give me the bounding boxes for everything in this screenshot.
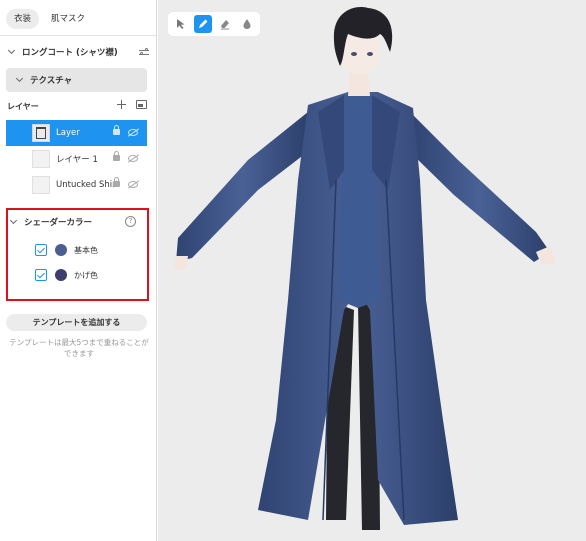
eraser-tool-button[interactable] bbox=[216, 15, 234, 33]
base-color-checkbox[interactable] bbox=[35, 244, 47, 256]
fill-tool-button[interactable] bbox=[238, 15, 256, 33]
character-model bbox=[174, 7, 556, 530]
pen-icon bbox=[199, 19, 208, 28]
base-color-swatch[interactable] bbox=[55, 244, 67, 256]
layers-header: レイヤー bbox=[0, 95, 157, 117]
tab-skin-mask[interactable]: 肌マスク bbox=[43, 9, 93, 29]
hidden-eye-icon[interactable] bbox=[128, 155, 138, 162]
tab-costume[interactable]: 衣装 bbox=[6, 9, 40, 29]
layer-thumbnail bbox=[32, 124, 50, 142]
left-arm bbox=[176, 112, 310, 262]
lock-icon[interactable] bbox=[113, 177, 120, 187]
help-icon[interactable]: ? bbox=[125, 216, 136, 227]
hidden-eye-icon[interactable] bbox=[128, 129, 138, 136]
cursor-icon bbox=[177, 19, 185, 29]
shirt-icon bbox=[36, 127, 46, 139]
divider bbox=[0, 35, 157, 36]
tab-bar: 衣装 肌マスク bbox=[6, 9, 93, 31]
drop-icon bbox=[243, 19, 251, 29]
shade-color-label: かげ色 bbox=[74, 270, 98, 280]
layer-thumbnail bbox=[32, 150, 50, 168]
chevron-down-icon[interactable] bbox=[9, 217, 19, 227]
add-layer-icon[interactable] bbox=[117, 100, 126, 109]
layer-item-layer[interactable]: Layer bbox=[6, 120, 147, 146]
eraser-icon bbox=[221, 20, 229, 30]
lock-icon[interactable] bbox=[113, 151, 120, 161]
hidden-eye-icon[interactable] bbox=[128, 181, 138, 188]
shader-color-label: シェーダーカラー bbox=[24, 218, 93, 228]
texture-label: テクスチャ bbox=[30, 76, 73, 86]
layer-thumbnail bbox=[32, 176, 50, 194]
layer-label: Untucked Shirt bbox=[56, 180, 119, 190]
layers-header-label: レイヤー bbox=[7, 101, 39, 111]
add-image-icon[interactable] bbox=[136, 100, 147, 109]
left-hand bbox=[174, 256, 188, 270]
viewport-toolbar bbox=[168, 12, 260, 36]
sidebar: 衣装 肌マスク ロングコート (シャツ襟) テクスチャ レイヤー Layer レ… bbox=[0, 0, 157, 541]
layer-label: レイヤー 1 bbox=[56, 155, 98, 165]
layer-item-layer-1[interactable]: レイヤー 1 bbox=[6, 146, 147, 172]
coat-item-row[interactable]: ロングコート (シャツ襟) bbox=[0, 41, 157, 63]
template-note: テンプレートは最大5つまで重ねることができます bbox=[9, 338, 149, 358]
pen-tool-button[interactable] bbox=[194, 15, 212, 33]
texture-section-header[interactable]: テクスチャ bbox=[0, 69, 157, 91]
shade-color-swatch[interactable] bbox=[55, 269, 67, 281]
app-window: 衣装 肌マスク ロングコート (シャツ襟) テクスチャ レイヤー Layer レ… bbox=[0, 0, 586, 541]
layer-item-untucked-shirt[interactable]: Untucked Shirt bbox=[6, 172, 147, 198]
chevron-down-icon[interactable] bbox=[15, 75, 25, 85]
coat-item-label: ロングコート (シャツ襟) bbox=[22, 48, 118, 58]
add-template-button[interactable]: テンプレートを追加する bbox=[6, 314, 147, 331]
shader-color-base[interactable]: 基本色 bbox=[35, 241, 145, 259]
shade-color-checkbox[interactable] bbox=[35, 269, 47, 281]
adjust-sliders-icon[interactable] bbox=[139, 47, 149, 57]
shader-color-shade[interactable]: かげ色 bbox=[35, 266, 145, 284]
layer-label: Layer bbox=[56, 128, 80, 138]
shader-color-header[interactable]: シェーダーカラー ? bbox=[0, 211, 157, 233]
model-viewport[interactable] bbox=[158, 0, 586, 541]
select-tool-button[interactable] bbox=[172, 15, 190, 33]
lock-icon[interactable] bbox=[113, 125, 120, 135]
base-color-label: 基本色 bbox=[74, 245, 98, 255]
chevron-down-icon[interactable] bbox=[7, 47, 17, 57]
right-arm bbox=[410, 112, 550, 262]
